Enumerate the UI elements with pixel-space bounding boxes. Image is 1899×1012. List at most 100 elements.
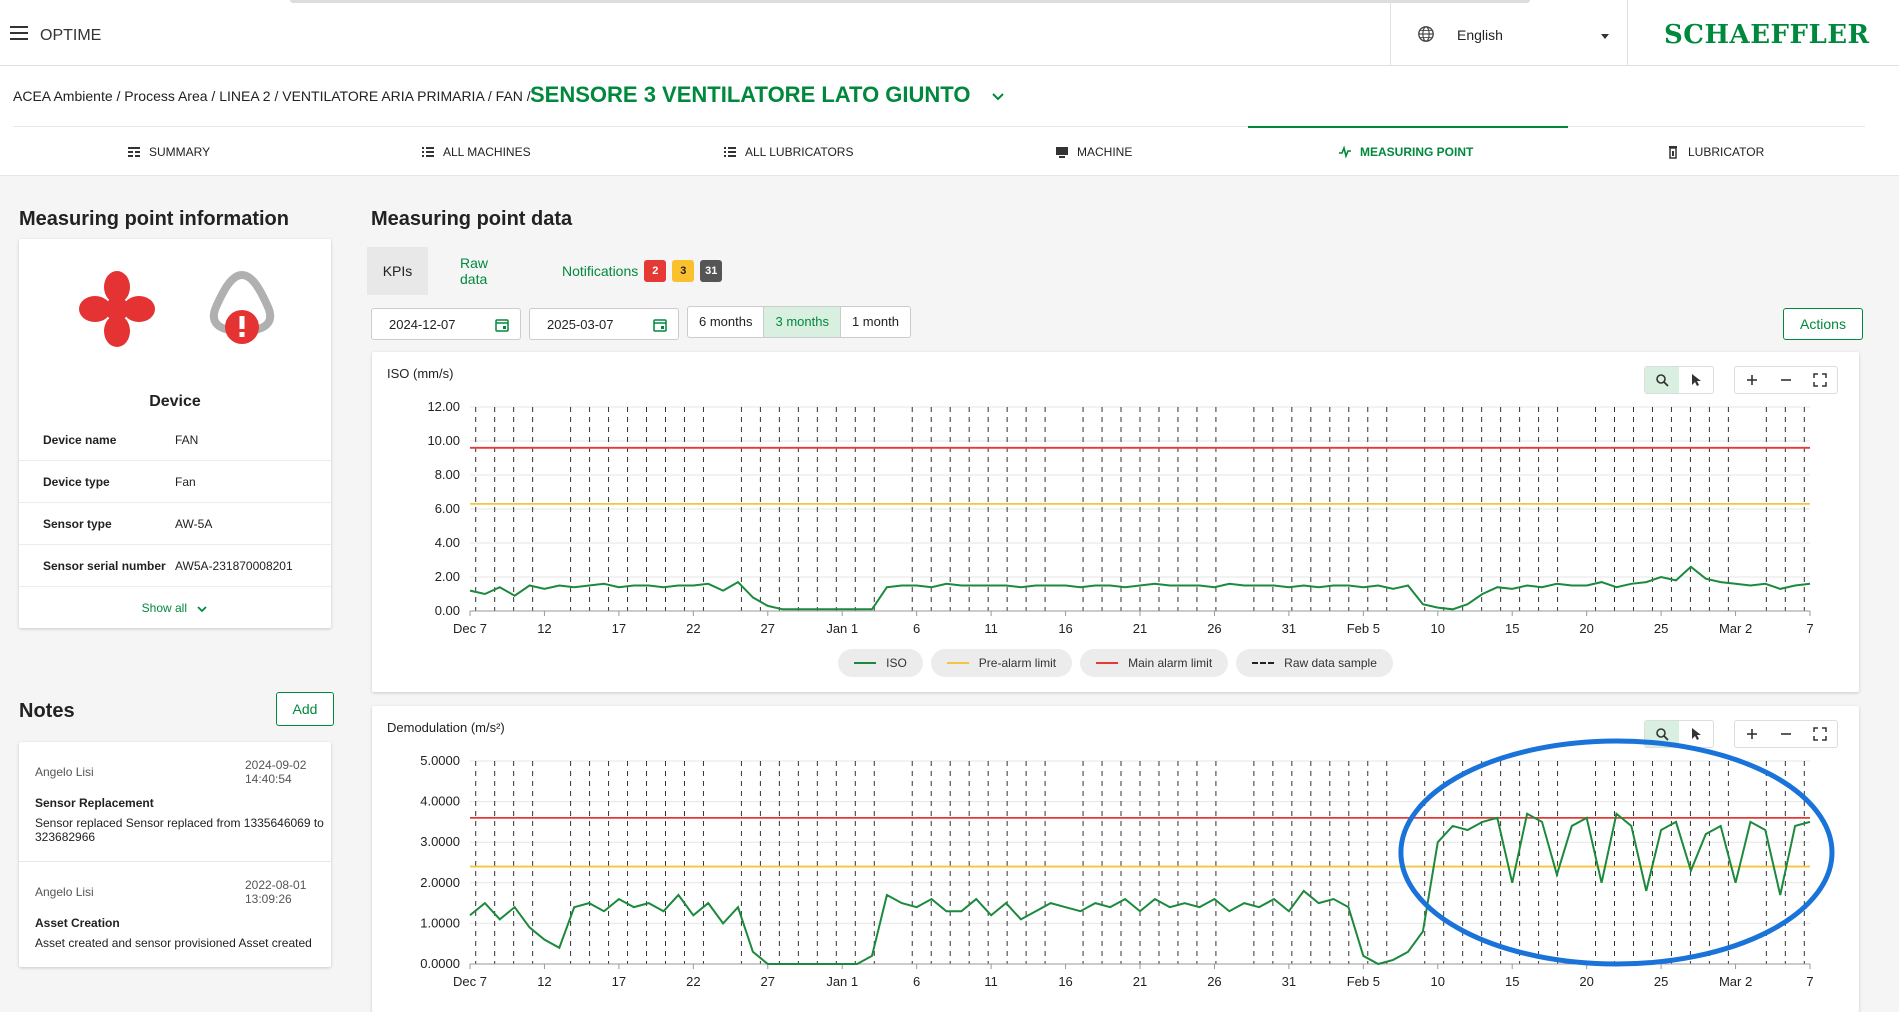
prop-row: Device type Fan (19, 461, 331, 503)
x-tick-label: 26 (1207, 621, 1221, 636)
note-text: Sensor replaced Sensor replaced from 133… (35, 816, 324, 844)
prop-value: AW5A-231870008201 (175, 559, 293, 573)
x-tick-label: 11 (984, 974, 998, 989)
note-date: 2022-08-01 13:09:26 (245, 878, 307, 906)
list-icon (724, 147, 736, 157)
legend-item-main-alarm[interactable]: Main alarm limit (1080, 649, 1229, 677)
x-tick-label: 6 (913, 974, 920, 989)
page-header: ACEA Ambiente / Process Area / LINEA 2 /… (0, 66, 1899, 176)
add-note-button[interactable]: Add (276, 692, 334, 726)
list-icon (422, 147, 434, 157)
tab-machine[interactable]: MACHINE (1055, 127, 1132, 177)
grid-icon (128, 147, 140, 157)
show-all-button[interactable]: Show all (19, 601, 331, 615)
notes-section-title: Notes (19, 700, 75, 722)
globe-icon (1418, 26, 1434, 42)
chevron-down-icon[interactable] (990, 88, 1006, 104)
main-tabs: SUMMARY ALL MACHINES ALL LUBRICATORS MAC… (13, 126, 1865, 176)
prop-row: Sensor serial number AW5A-231870008201 (19, 545, 331, 587)
y-tick-label: 4.00 (435, 535, 460, 550)
date-to-input[interactable]: 2025-03-07 (529, 308, 679, 340)
y-tick-label: 5.0000 (420, 753, 460, 768)
y-tick-label: 2.00 (435, 569, 460, 584)
tab-raw-data[interactable]: Raw data (460, 247, 488, 295)
tab-label: ALL LUBRICATORS (745, 145, 854, 159)
tab-summary[interactable]: SUMMARY (127, 127, 210, 177)
x-tick-label: Mar 2 (1719, 974, 1752, 989)
prop-row: Sensor type AW-5A (19, 503, 331, 545)
x-tick-label: 7 (1806, 621, 1813, 636)
x-tick-label: 20 (1579, 621, 1593, 636)
actions-button[interactable]: Actions (1783, 308, 1863, 340)
calendar-icon[interactable] (652, 317, 668, 333)
range-3-months[interactable]: 3 months (764, 307, 841, 337)
chevron-down-icon (197, 606, 207, 613)
x-tick-label: 12 (537, 621, 551, 636)
x-tick-label: 10 (1431, 621, 1445, 636)
tab-label: MACHINE (1077, 145, 1133, 159)
demodulation-chart-plot[interactable]: 0.0000 1.0000 2.0000 3.0000 4.0000 5.0000 Dec … (372, 706, 1859, 1012)
waveform-icon (1339, 145, 1351, 159)
x-tick-label: 6 (913, 621, 920, 636)
x-tick-label: 31 (1282, 621, 1296, 636)
x-tick-label: 25 (1654, 974, 1668, 989)
x-tick-label: Dec 7 (453, 621, 487, 636)
range-selector: 6 months 3 months 1 month (687, 306, 911, 338)
info-section-title: Measuring point information (19, 208, 289, 230)
annotation-circle (1398, 738, 1835, 967)
note-author: Angelo Lisi (35, 765, 94, 779)
range-1-month[interactable]: 1 month (841, 307, 910, 337)
tab-lubricator[interactable]: LUBRICATOR (1666, 127, 1764, 177)
tab-all-machines[interactable]: ALL MACHINES (421, 127, 531, 177)
range-6-months[interactable]: 6 months (688, 307, 765, 337)
x-tick-label: 22 (686, 974, 700, 989)
date-from-input[interactable]: 2024-12-07 (371, 308, 521, 340)
breadcrumb[interactable]: ACEA Ambiente / Process Area / LINEA 2 /… (13, 88, 531, 104)
menu-icon[interactable] (10, 26, 28, 40)
x-tick-label: Feb 5 (1347, 974, 1380, 989)
language-label: English (1457, 27, 1503, 43)
y-tick-label: 8.00 (435, 467, 460, 482)
tab-label: MEASURING POINT (1360, 145, 1474, 159)
brand-logo: SCHAEFFLER (1664, 20, 1870, 50)
data-section-title: Measuring point data (371, 208, 573, 230)
fan-icon (79, 271, 155, 347)
prop-value: AW-5A (175, 517, 213, 531)
language-select[interactable]: English (1390, 0, 1628, 66)
list-item[interactable]: Angelo Lisi 2024-09-02 14:40:54 Sensor Re… (19, 742, 331, 862)
prop-row: Device name FAN (19, 419, 331, 461)
tab-label: ALL MACHINES (443, 145, 531, 159)
sensor-alert-icon (209, 270, 275, 344)
tab-all-lubricators[interactable]: ALL LUBRICATORS (723, 127, 853, 177)
list-item[interactable]: Angelo Lisi 2022-08-01 13:09:26 Asset Cre… (19, 862, 331, 967)
tab-measuring-point[interactable]: MEASURING POINT (1338, 127, 1473, 177)
x-tick-label: Mar 2 (1719, 621, 1752, 636)
y-tick-label: 3.0000 (420, 834, 460, 849)
x-tick-label: 16 (1058, 974, 1072, 989)
prop-key: Device type (43, 475, 110, 489)
note-title: Asset Creation (35, 916, 120, 930)
app-name: OPTIME (40, 27, 102, 44)
badge-info: 31 (700, 260, 723, 282)
iso-chart-plot[interactable]: 0.00 2.00 4.00 6.00 8.00 10.00 12.00 Dec 7 12 17 2… (372, 352, 1859, 652)
device-card: Device Device name FAN Device type Fan Sen… (19, 239, 331, 628)
x-tick-label: 22 (686, 621, 700, 636)
x-tick-label: Feb 5 (1347, 621, 1380, 636)
y-tick-label: 0.0000 (420, 956, 460, 971)
legend-item-raw-sample[interactable]: Raw data sample (1236, 649, 1393, 677)
lubricator-icon (1669, 146, 1677, 159)
prop-key: Sensor type (43, 517, 112, 531)
scroll-indicator (290, 0, 1530, 3)
badge-prealarm: 3 (672, 260, 695, 282)
legend-item-iso[interactable]: ISO (838, 649, 923, 677)
chevron-down-icon (1601, 34, 1609, 39)
calendar-icon[interactable] (494, 317, 510, 333)
y-tick-label: 4.0000 (420, 794, 460, 809)
legend-item-prealarm[interactable]: Pre-alarm limit (930, 649, 1073, 677)
notifications-label: Notifications (562, 263, 639, 279)
prop-key: Device name (43, 433, 117, 447)
x-tick-label: Jan 1 (826, 974, 858, 989)
tab-notifications[interactable]: Notifications 2 3 31 (562, 247, 723, 295)
y-tick-label: 12.00 (427, 399, 460, 414)
tab-kpis[interactable]: KPIs (367, 247, 428, 295)
